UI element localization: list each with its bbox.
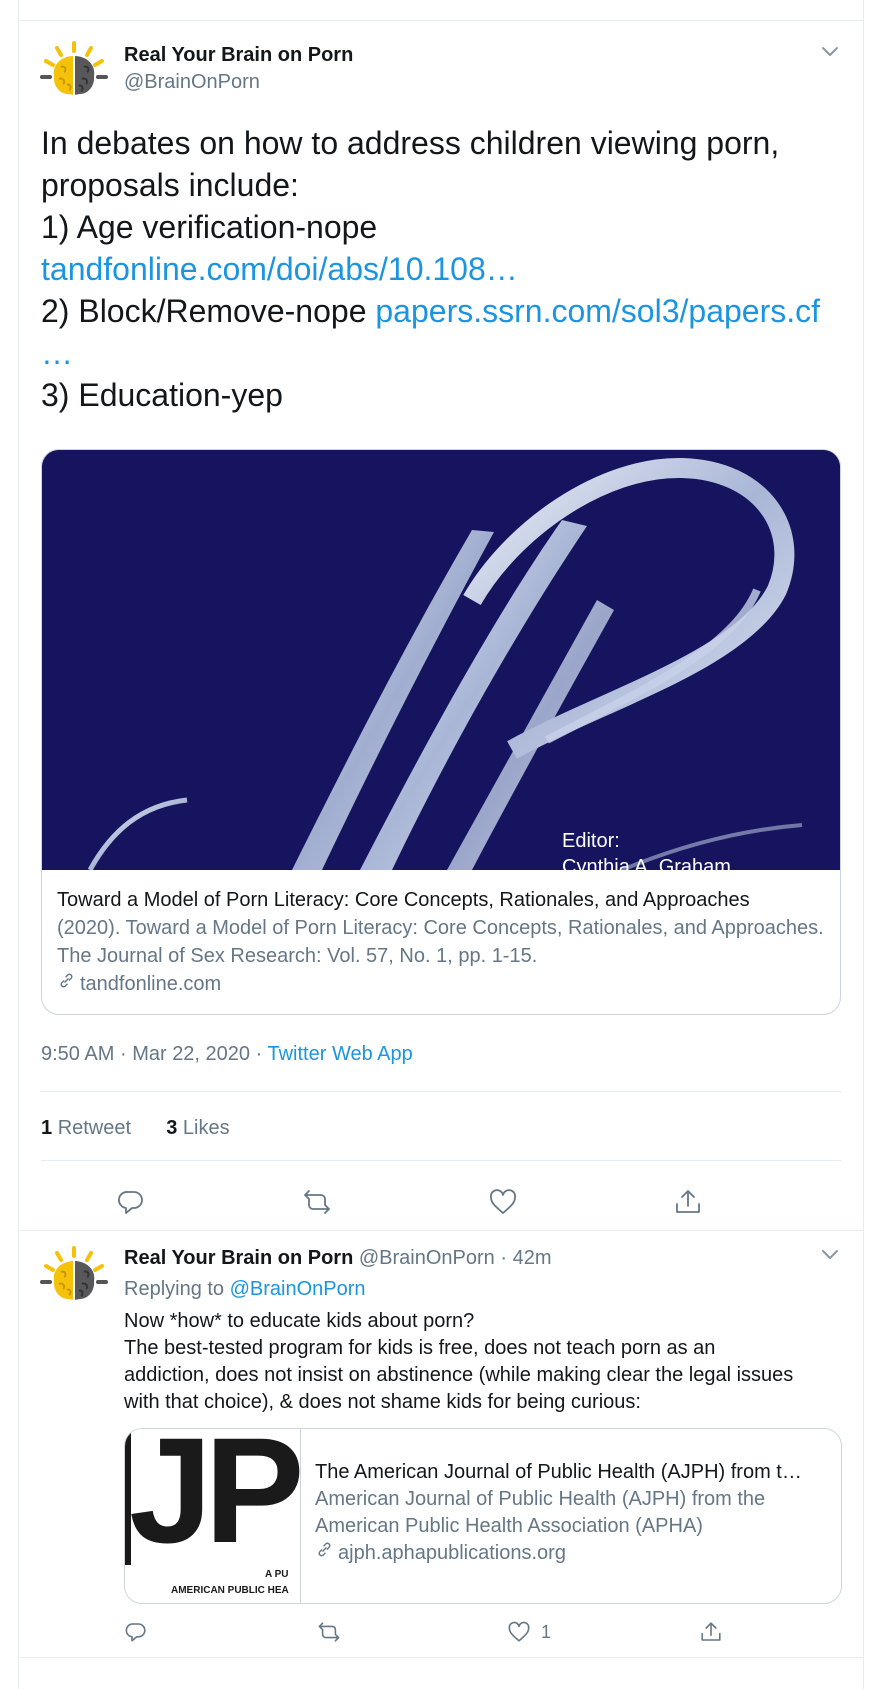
- retweets-stat[interactable]: 1 Retweet: [41, 1117, 131, 1139]
- reply-icon: [125, 1623, 146, 1642]
- ssrn-link-continuation[interactable]: …: [41, 332, 841, 374]
- reply-icon: [118, 1191, 143, 1214]
- retweet-button[interactable]: [317, 1620, 341, 1644]
- retweet-icon: [318, 1622, 340, 1642]
- timestamp-row: 9:50 AM · Mar 22, 2020 · Twitter Web App: [41, 1043, 413, 1066]
- reply-header: Real Your Brain on Porn @BrainOnPorn · 4…: [124, 1247, 551, 1270]
- card-text: Toward a Model of Porn Literacy: Core Co…: [57, 886, 827, 998]
- replying-to: Replying to @BrainOnPorn: [124, 1278, 366, 1301]
- share-icon: [701, 1622, 721, 1641]
- card-domain-text: ajph.aphapublications.org: [338, 1542, 566, 1564]
- journal-cover-image: [42, 450, 840, 870]
- link-preview-card[interactable]: Editor: Cynthia A. Graham Toward a Model…: [41, 449, 841, 1015]
- reply-text-line: The best-tested program for kids is free…: [124, 1337, 716, 1359]
- share-button[interactable]: [673, 1187, 703, 1217]
- card-domain: ajph.aphapublications.org: [315, 1540, 830, 1567]
- tweet-date[interactable]: Mar 22, 2020: [132, 1043, 250, 1065]
- card-title: The American Journal of Public Health (A…: [315, 1461, 802, 1483]
- replying-to-handle[interactable]: @BrainOnPorn: [230, 1278, 366, 1300]
- timeline-column: Real Your Brain on Porn @BrainOnPorn In …: [18, 0, 864, 1689]
- chevron-down-icon[interactable]: [819, 1244, 841, 1266]
- tandfonline-link[interactable]: tandfonline.com/doi/abs/10.108…: [41, 248, 841, 290]
- tweet-source-link[interactable]: Twitter Web App: [267, 1043, 412, 1065]
- retweet-icon: [304, 1190, 330, 1214]
- reply-text-line: with that choice), & does not shame kids…: [124, 1391, 641, 1413]
- card-image: Editor: Cynthia A. Graham: [42, 450, 840, 870]
- likes-stat[interactable]: 3 Likes: [166, 1117, 229, 1139]
- link-icon: [57, 970, 76, 998]
- author-handle[interactable]: @BrainOnPorn: [359, 1247, 495, 1269]
- link-preview-card[interactable]: JP A PU AMERICAN PUBLIC HEA The American…: [124, 1428, 842, 1604]
- engagement-stats: 1 Retweet 3 Likes: [41, 1117, 230, 1140]
- relative-time[interactable]: 42m: [513, 1247, 552, 1269]
- card-title: Toward a Model of Porn Literacy: Core Co…: [57, 889, 750, 911]
- chevron-down-icon[interactable]: [819, 41, 841, 63]
- reply-text-line: addiction, does not insist on abstinence…: [124, 1364, 794, 1386]
- ajph-logo: JP: [129, 1429, 300, 1574]
- tweet-text-line: 2) Block/Remove-nope: [41, 293, 376, 329]
- retweet-button[interactable]: [302, 1187, 332, 1217]
- brain-sun-avatar-icon: [39, 39, 109, 109]
- like-button[interactable]: 1: [507, 1620, 551, 1644]
- reply-text: Now *how* to educate kids about porn? Th…: [124, 1308, 849, 1416]
- logo-caption: AMERICAN PUBLIC HEA: [171, 1585, 289, 1596]
- divider: [41, 1091, 841, 1092]
- tweet-text-line: 3) Education-yep: [41, 377, 283, 413]
- card-thumbnail: JP A PU AMERICAN PUBLIC HEA: [125, 1429, 301, 1603]
- avatar[interactable]: [39, 39, 109, 109]
- ssrn-link[interactable]: papers.ssrn.com/sol3/papers.cf: [375, 293, 820, 329]
- tweet-text: In debates on how to address children vi…: [41, 122, 841, 416]
- share-button[interactable]: [699, 1620, 723, 1644]
- like-button[interactable]: [488, 1187, 518, 1217]
- reply-button[interactable]: [124, 1620, 148, 1644]
- reply-text-line: Now *how* to educate kids about porn?: [124, 1310, 475, 1332]
- tweet-text-line: proposals include:: [41, 167, 299, 203]
- replying-to-label: Replying to: [124, 1278, 225, 1300]
- author-name[interactable]: Real Your Brain on Porn: [124, 1247, 353, 1269]
- separator: ·: [500, 1247, 508, 1269]
- heart-icon: [508, 1621, 530, 1642]
- tweet-time[interactable]: 9:50 AM: [41, 1043, 114, 1065]
- like-count: 1: [541, 1621, 552, 1642]
- card-domain: tandfonline.com: [57, 970, 827, 998]
- link-icon: [315, 1540, 334, 1567]
- card-description: American Journal of Public Health (AJPH)…: [315, 1488, 766, 1537]
- tweet-text-line: 1) Age verification-nope: [41, 209, 378, 245]
- reply-button[interactable]: [116, 1187, 146, 1217]
- brain-sun-avatar-icon: [39, 1244, 109, 1314]
- logo-small-text: A PU: [265, 1569, 289, 1580]
- editor-label: Editor:: [562, 830, 620, 852]
- card-description: (2020). Toward a Model of Porn Literacy:…: [57, 917, 824, 967]
- share-icon: [676, 1190, 700, 1213]
- avatar[interactable]: [39, 1244, 109, 1314]
- tweet-text-line: In debates on how to address children vi…: [41, 125, 780, 161]
- retweet-count: 1: [41, 1117, 53, 1139]
- heart-icon: [490, 1189, 516, 1214]
- divider: [41, 1160, 841, 1161]
- separator: ·: [119, 1043, 127, 1065]
- likes-label: Likes: [182, 1117, 230, 1139]
- editor-name: Cynthia A. Graham: [562, 856, 731, 870]
- card-domain-text: tandfonline.com: [80, 973, 222, 995]
- separator: ·: [255, 1043, 263, 1065]
- main-tweet: Real Your Brain on Porn @BrainOnPorn In …: [19, 21, 863, 1231]
- like-count: 3: [166, 1117, 178, 1139]
- author-name[interactable]: Real Your Brain on Porn: [124, 44, 353, 67]
- author-handle[interactable]: @BrainOnPorn: [124, 71, 260, 94]
- retweet-label: Retweet: [57, 1117, 132, 1139]
- card-text: The American Journal of Public Health (A…: [315, 1459, 830, 1567]
- reply-tweet[interactable]: Real Your Brain on Porn @BrainOnPorn · 4…: [19, 1232, 863, 1658]
